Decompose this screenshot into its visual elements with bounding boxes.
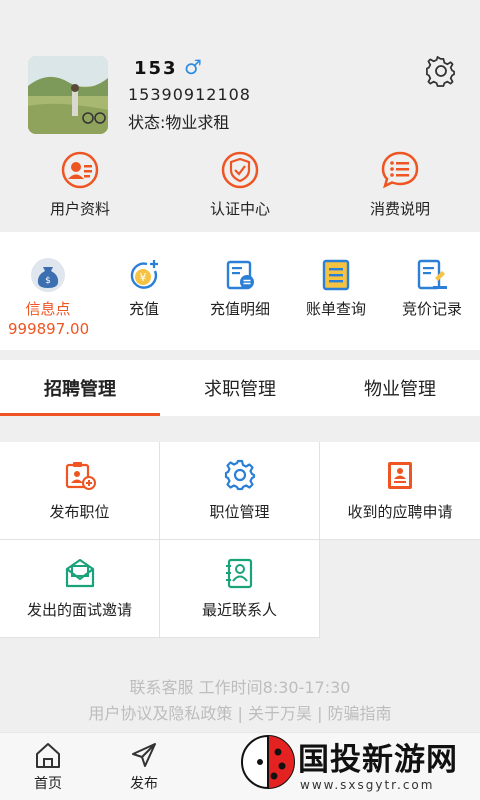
shield-check-icon bbox=[221, 151, 259, 189]
profile-header: 153 ♂ 15390912108 状态:物业求租 用户资料 认证中心 消费说明 bbox=[0, 0, 480, 232]
recharge-detail-icon bbox=[226, 260, 254, 290]
menu-certification-label: 认证中心 bbox=[209, 200, 270, 218]
post-job-icon bbox=[65, 462, 96, 490]
gear-icon bbox=[224, 459, 255, 491]
menu-consumption-info[interactable]: 消费说明 bbox=[320, 150, 480, 224]
nav-publish-label: 发布 bbox=[130, 776, 158, 792]
settings-gear-icon[interactable] bbox=[424, 54, 458, 88]
bill-icon bbox=[322, 259, 350, 291]
grid-job-management[interactable]: 职位管理 bbox=[160, 442, 320, 540]
watermark-text: 国投新游网 bbox=[298, 742, 458, 778]
balance-value: 999897.00 bbox=[8, 320, 90, 338]
invitation-icon bbox=[65, 558, 94, 588]
grid-recent-contacts[interactable]: 最近联系人 bbox=[160, 540, 320, 638]
gender-male-icon: ♂ bbox=[184, 55, 202, 79]
money-bag-icon: $ bbox=[31, 258, 65, 292]
recharge-icon: ¥ bbox=[130, 260, 158, 289]
svg-text:¥: ¥ bbox=[140, 271, 147, 284]
contacts-icon bbox=[225, 558, 252, 589]
bid-record-icon bbox=[417, 259, 447, 290]
finance-bill-query-label: 账单查询 bbox=[305, 300, 366, 318]
menu-certification[interactable]: 认证中心 bbox=[160, 150, 320, 224]
tab-property[interactable]: 物业管理 bbox=[320, 360, 480, 416]
menu-user-profile-label: 用户资料 bbox=[49, 200, 110, 218]
top-menu: 用户资料 认证中心 消费说明 bbox=[0, 150, 480, 224]
finance-bid-record-label: 竞价记录 bbox=[401, 300, 462, 318]
grid-recent-contacts-label: 最近联系人 bbox=[201, 601, 277, 619]
chat-list-icon bbox=[381, 151, 419, 189]
finance-section: $ 信息点 ¥ 充值 充值明细 账单查询 竞价记录 999897.00 bbox=[0, 232, 480, 350]
menu-user-profile[interactable]: 用户资料 bbox=[0, 150, 160, 224]
watermark-url: www.sxsgytr.com bbox=[300, 778, 435, 792]
finance-recharge-label: 充值 bbox=[128, 300, 159, 318]
customer-service-info: 联系客服 工作时间8:30-17:30 bbox=[129, 678, 351, 697]
grid-job-management-label: 职位管理 bbox=[209, 503, 270, 521]
finance-recharge[interactable]: ¥ 充值 bbox=[96, 258, 192, 319]
tab-job-seeking[interactable]: 求职管理 bbox=[160, 360, 320, 416]
grid-sent-interview-invitations-label: 发出的面试邀请 bbox=[26, 601, 132, 619]
home-icon bbox=[36, 743, 60, 768]
grid-post-job-label: 发布职位 bbox=[49, 503, 110, 521]
finance-bill-query[interactable]: 账单查询 bbox=[288, 258, 384, 319]
nav-home[interactable]: 首页 bbox=[18, 741, 78, 793]
user-name: 153 bbox=[134, 58, 178, 79]
send-icon bbox=[132, 743, 156, 767]
user-phone: 15390912108 bbox=[128, 85, 251, 104]
menu-consumption-info-label: 消费说明 bbox=[369, 200, 430, 218]
grid-received-applications[interactable]: 收到的应聘申请 bbox=[320, 442, 480, 540]
user-status: 状态:物业求租 bbox=[128, 113, 230, 132]
nav-publish[interactable]: 发布 bbox=[114, 741, 174, 793]
avatar[interactable] bbox=[28, 56, 108, 134]
svg-text:$: $ bbox=[45, 276, 51, 286]
management-tabs: 招聘管理 求职管理 物业管理 bbox=[0, 360, 480, 416]
finance-info-points-label: 信息点 bbox=[25, 300, 71, 318]
grid-received-applications-label: 收到的应聘申请 bbox=[347, 503, 453, 521]
finance-recharge-detail-label: 充值明细 bbox=[209, 300, 270, 318]
grid-post-job[interactable]: 发布职位 bbox=[0, 442, 160, 540]
footer-links[interactable]: 用户协议及隐私政策 | 关于万昊 | 防骗指南 bbox=[0, 700, 480, 724]
nav-home-label: 首页 bbox=[34, 776, 62, 792]
finance-bid-record[interactable]: 竞价记录 bbox=[384, 258, 480, 319]
resume-icon bbox=[388, 462, 412, 489]
grid-sent-interview-invitations[interactable]: 发出的面试邀请 bbox=[0, 540, 160, 638]
ladybug-logo-icon bbox=[241, 735, 295, 789]
site-watermark: 国投新游网 www.sxsgytr.com bbox=[238, 722, 480, 800]
user-profile-icon bbox=[61, 151, 99, 189]
finance-info-points[interactable]: $ 信息点 bbox=[0, 258, 96, 319]
tab-recruitment[interactable]: 招聘管理 bbox=[0, 360, 160, 416]
finance-recharge-detail[interactable]: 充值明细 bbox=[192, 258, 288, 319]
